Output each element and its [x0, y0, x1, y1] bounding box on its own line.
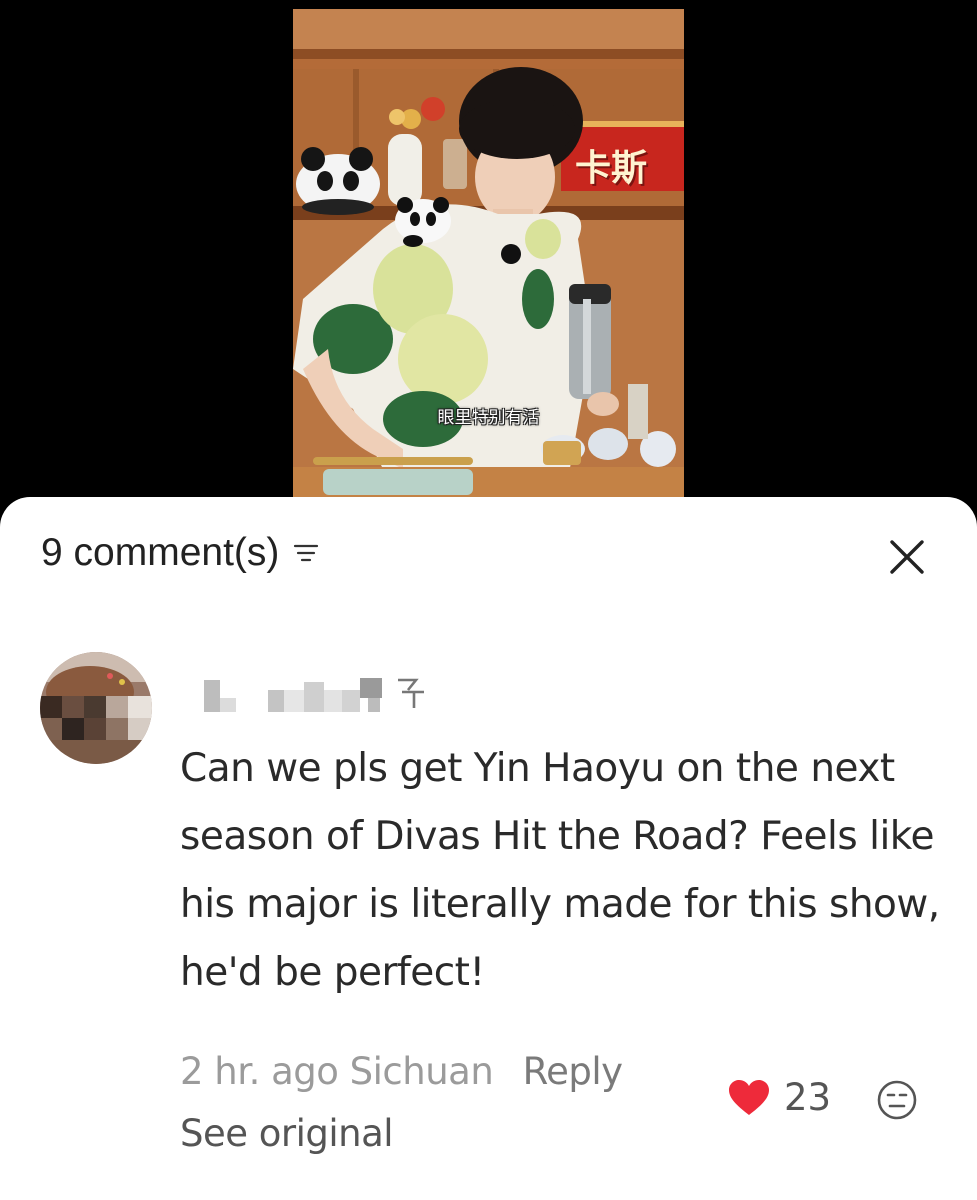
heart-icon [729, 1079, 769, 1115]
close-x-icon[interactable] [889, 539, 925, 575]
comment-text: Can we pls get Yin Haoyu on the next sea… [180, 746, 940, 995]
comment-location: Sichuan [349, 1050, 494, 1093]
avatar-image [40, 652, 152, 764]
video-player[interactable]: 卡斯 眼里特别有活 [293, 9, 684, 499]
like-button[interactable]: 23 [728, 1076, 831, 1119]
app-screen: 卡斯 眼里特别有活 9 comment(s) Can we pls get Yi… [0, 0, 977, 1200]
username-obscured[interactable] [202, 668, 442, 714]
reply-button[interactable]: Reply [523, 1050, 623, 1093]
sort-lines-icon[interactable] [293, 541, 319, 565]
see-original-link[interactable]: See original [180, 1112, 394, 1155]
comments-sheet: 9 comment(s) Can we pls get Yin Haoyu on… [0, 497, 977, 1200]
neutral-face-icon[interactable] [876, 1079, 918, 1121]
video-banner-text: 卡斯 [575, 147, 648, 189]
comments-header: 9 comment(s) [41, 528, 319, 578]
avatar[interactable] [40, 652, 152, 764]
like-count: 23 [784, 1076, 832, 1119]
comment-count: 9 comment(s) [41, 531, 280, 574]
comment-time: 2 hr. ago [180, 1050, 339, 1093]
video-subtitle: 眼里特别有活 [437, 408, 540, 428]
comment-meta: 2 hr. ago Sichuan Reply [180, 1050, 623, 1093]
